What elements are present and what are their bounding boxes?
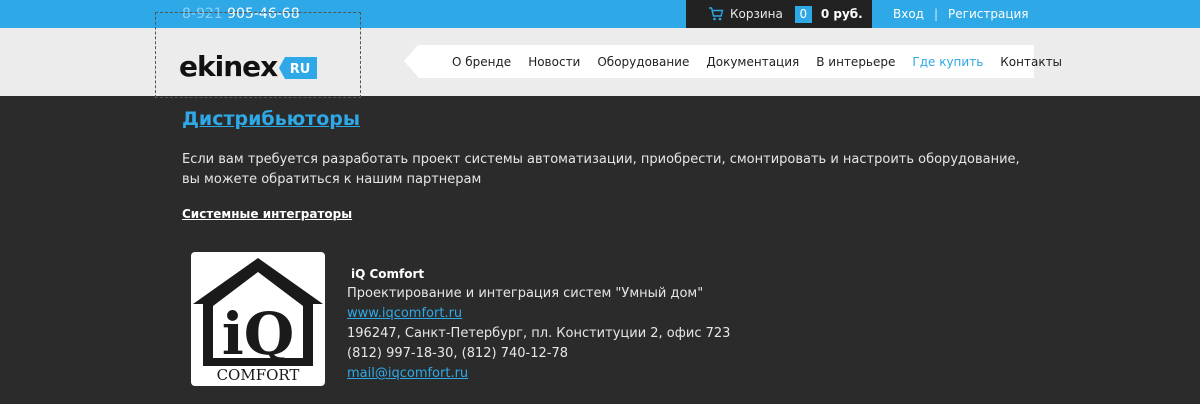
nav-item-equipment[interactable]: Оборудование bbox=[597, 55, 689, 69]
cart-icon bbox=[709, 7, 724, 21]
nav-item-interior[interactable]: В интерьере bbox=[816, 55, 895, 69]
house-icon: iQ COMFORT bbox=[193, 258, 323, 384]
logo-text: ekinex bbox=[179, 50, 278, 83]
company-info: iQ Comfort Проектирование и интеграция с… bbox=[347, 264, 730, 384]
company-email-link[interactable]: mail@iqcomfort.ru bbox=[347, 366, 468, 381]
auth-links: Вход | Регистрация bbox=[893, 7, 1029, 21]
nav-item-news[interactable]: Новости bbox=[528, 55, 580, 69]
page-title[interactable]: Дистрибьюторы bbox=[182, 108, 1042, 130]
login-link[interactable]: Вход bbox=[893, 7, 924, 21]
nav-item-documentation[interactable]: Документация bbox=[706, 55, 799, 69]
nav-item-contacts[interactable]: Контакты bbox=[1000, 55, 1062, 69]
cart-count-badge: 0 bbox=[794, 5, 812, 23]
company-description: Проектирование и интеграция систем "Умны… bbox=[347, 286, 704, 301]
cart-total: 0 руб. bbox=[820, 7, 863, 21]
cart-label: Корзина bbox=[730, 7, 783, 21]
svg-text:COMFORT: COMFORT bbox=[217, 366, 300, 384]
main-content: Дистрибьюторы Если вам требуется разрабо… bbox=[182, 108, 1042, 221]
cart-widget[interactable]: Корзина 0 0 руб. bbox=[686, 0, 872, 28]
site-logo[interactable]: ekinex RU bbox=[179, 50, 318, 83]
section-title[interactable]: Системные интеграторы bbox=[182, 207, 1042, 221]
company-name: iQ Comfort bbox=[351, 267, 425, 281]
main-navigation: О бренде Новости Оборудование Документац… bbox=[404, 45, 1062, 78]
svg-text:iQ: iQ bbox=[222, 300, 295, 368]
svg-text:RU: RU bbox=[290, 62, 311, 77]
intro-text: Если вам требуется разработать проект си… bbox=[182, 152, 1020, 187]
nav-item-brand[interactable]: О бренде bbox=[452, 55, 511, 69]
company-logo[interactable]: iQ COMFORT bbox=[191, 252, 325, 386]
company-phones: (812) 997-18-30, (812) 740-12-78 bbox=[347, 346, 568, 361]
company-website-link[interactable]: www.iqcomfort.ru bbox=[347, 306, 462, 321]
auth-separator: | bbox=[933, 7, 939, 21]
company-address: 196247, Санкт-Петербург, пл. Конституции… bbox=[347, 326, 731, 341]
register-link[interactable]: Регистрация bbox=[948, 7, 1028, 21]
logo-badge: RU bbox=[279, 56, 318, 79]
nav-item-where-to-buy[interactable]: Где купить bbox=[912, 55, 983, 69]
